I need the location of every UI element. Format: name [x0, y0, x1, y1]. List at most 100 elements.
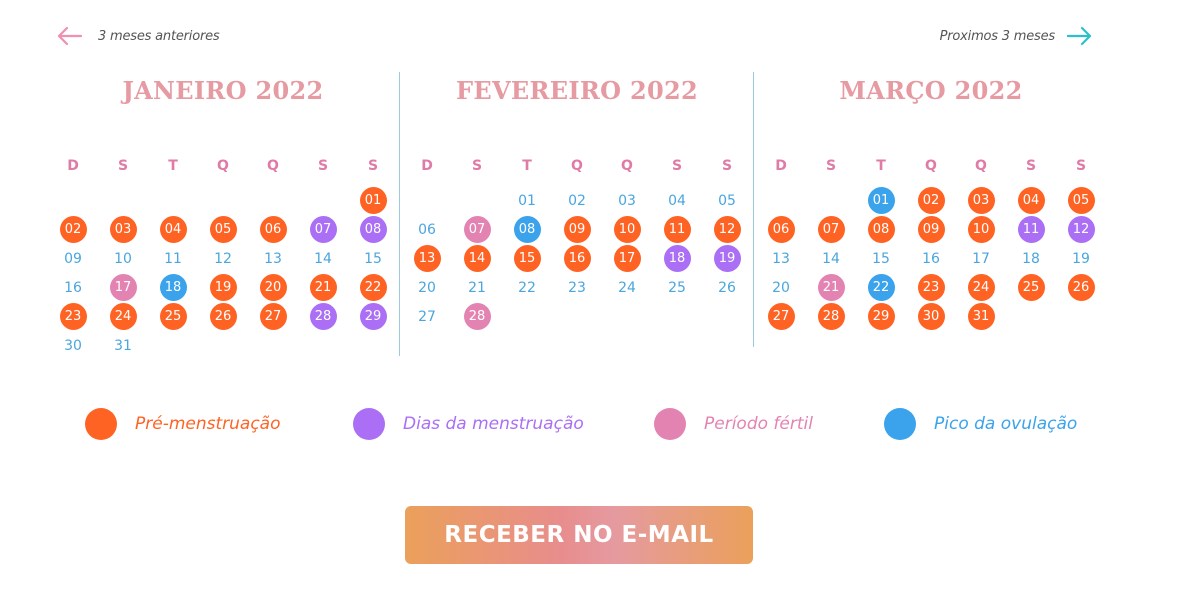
calendar-day[interactable]: 01 — [856, 186, 906, 215]
calendar-day[interactable]: 28 — [806, 302, 856, 331]
calendar-day[interactable]: 09 — [906, 215, 956, 244]
day-marker-pre: 24 — [109, 303, 137, 330]
calendar-day[interactable]: 03 — [98, 215, 148, 244]
calendar-day[interactable]: 27 — [756, 302, 806, 331]
calendar-day[interactable]: 26 — [198, 302, 248, 331]
calendar-day[interactable]: 15 — [502, 244, 552, 273]
calendar-day[interactable]: 31 — [956, 302, 1006, 331]
calendar-day[interactable]: 22 — [348, 273, 398, 302]
calendar-day[interactable]: 18 — [652, 244, 702, 273]
calendar-day[interactable]: 12 — [1056, 215, 1106, 244]
calendar-day[interactable]: 05 — [1056, 186, 1106, 215]
send-email-button[interactable]: RECEBER NO E-MAIL — [405, 506, 753, 564]
calendar-day[interactable]: 12 — [198, 244, 248, 273]
calendar-day[interactable]: 19 — [198, 273, 248, 302]
calendar-day[interactable]: 27 — [248, 302, 298, 331]
calendar-day[interactable]: 25 — [148, 302, 198, 331]
calendar-day[interactable]: 03 — [602, 186, 652, 215]
day-marker-pre: 31 — [967, 303, 995, 330]
calendar-day[interactable]: 28 — [452, 302, 502, 331]
calendar-day[interactable]: 21 — [452, 273, 502, 302]
calendar-day[interactable]: 29 — [348, 302, 398, 331]
calendar-day[interactable]: 17 — [956, 244, 1006, 273]
day-marker-mens: 18 — [663, 245, 691, 272]
calendar-day[interactable]: 23 — [552, 273, 602, 302]
calendar-day[interactable]: 13 — [402, 244, 452, 273]
calendar-day[interactable]: 22 — [856, 273, 906, 302]
calendar-day[interactable]: 02 — [552, 186, 602, 215]
calendar-day[interactable]: 27 — [402, 302, 452, 331]
calendar-day[interactable]: 08 — [856, 215, 906, 244]
calendar-day[interactable]: 12 — [702, 215, 752, 244]
calendar-day[interactable]: 26 — [1056, 273, 1106, 302]
calendar-day[interactable]: 19 — [1056, 244, 1106, 273]
calendar-day[interactable]: 05 — [702, 186, 752, 215]
calendar-day[interactable]: 10 — [602, 215, 652, 244]
calendar-day[interactable]: 26 — [702, 273, 752, 302]
calendar-day[interactable]: 05 — [198, 215, 248, 244]
calendar-day[interactable]: 08 — [348, 215, 398, 244]
calendar-day[interactable]: 21 — [806, 273, 856, 302]
calendar-day[interactable]: 16 — [48, 273, 98, 302]
calendar-day[interactable]: 24 — [602, 273, 652, 302]
calendar-day[interactable]: 13 — [756, 244, 806, 273]
calendar-day[interactable]: 10 — [98, 244, 148, 273]
calendar-day[interactable]: 25 — [1006, 273, 1056, 302]
calendar-day[interactable]: 04 — [148, 215, 198, 244]
calendar-day[interactable]: 04 — [1006, 186, 1056, 215]
calendar-day[interactable]: 01 — [348, 186, 398, 215]
calendar-day[interactable]: 25 — [652, 273, 702, 302]
calendar-day[interactable]: 09 — [48, 244, 98, 273]
day-marker-pre: 26 — [1067, 274, 1095, 301]
calendar-day[interactable]: 24 — [956, 273, 1006, 302]
calendar-day[interactable]: 23 — [906, 273, 956, 302]
calendar-day[interactable]: 06 — [402, 215, 452, 244]
next-months-button[interactable]: Proximos 3 meses — [940, 26, 1093, 46]
calendar-day[interactable]: 02 — [906, 186, 956, 215]
calendar-day[interactable]: 29 — [856, 302, 906, 331]
calendar-day[interactable]: 18 — [148, 273, 198, 302]
weekday-header: S — [1075, 158, 1087, 174]
calendar-day[interactable]: 31 — [98, 331, 148, 360]
calendar-day[interactable]: 20 — [248, 273, 298, 302]
calendar-day[interactable]: 14 — [452, 244, 502, 273]
calendar-day[interactable]: 17 — [98, 273, 148, 302]
calendar-day[interactable]: 07 — [452, 215, 502, 244]
calendar-day[interactable]: 24 — [98, 302, 148, 331]
calendar-day[interactable]: 15 — [856, 244, 906, 273]
calendar-day[interactable]: 19 — [702, 244, 752, 273]
calendar-day[interactable]: 11 — [148, 244, 198, 273]
calendar-day[interactable]: 22 — [502, 273, 552, 302]
calendar-day[interactable]: 07 — [298, 215, 348, 244]
calendar-day[interactable]: 15 — [348, 244, 398, 273]
prev-months-button[interactable]: 3 meses anteriores — [56, 26, 220, 46]
calendar-day[interactable]: 30 — [48, 331, 98, 360]
calendar-day[interactable]: 30 — [906, 302, 956, 331]
calendar-day[interactable]: 14 — [806, 244, 856, 273]
calendar-day[interactable]: 07 — [806, 215, 856, 244]
calendar-day[interactable]: 10 — [956, 215, 1006, 244]
calendar-day[interactable]: 04 — [652, 186, 702, 215]
day-marker-pre: 03 — [967, 187, 995, 214]
calendar-day[interactable]: 17 — [602, 244, 652, 273]
calendar-day[interactable]: 01 — [502, 186, 552, 215]
calendar-day[interactable]: 06 — [248, 215, 298, 244]
calendar-day[interactable]: 09 — [552, 215, 602, 244]
calendar-day[interactable]: 03 — [956, 186, 1006, 215]
calendar-day[interactable]: 06 — [756, 215, 806, 244]
calendar-day[interactable]: 13 — [248, 244, 298, 273]
calendar-day[interactable]: 02 — [48, 215, 98, 244]
calendar-day[interactable]: 11 — [652, 215, 702, 244]
calendar-day[interactable]: 14 — [298, 244, 348, 273]
calendar-day[interactable]: 28 — [298, 302, 348, 331]
calendar-day[interactable]: 18 — [1006, 244, 1056, 273]
calendar-day[interactable]: 16 — [906, 244, 956, 273]
calendar-day[interactable]: 11 — [1006, 215, 1056, 244]
calendar-day[interactable]: 16 — [552, 244, 602, 273]
calendar-day[interactable]: 08 — [502, 215, 552, 244]
day-marker-mens: 29 — [359, 303, 387, 330]
calendar-day[interactable]: 21 — [298, 273, 348, 302]
calendar-day[interactable]: 23 — [48, 302, 98, 331]
calendar-day[interactable]: 20 — [402, 273, 452, 302]
calendar-day[interactable]: 20 — [756, 273, 806, 302]
